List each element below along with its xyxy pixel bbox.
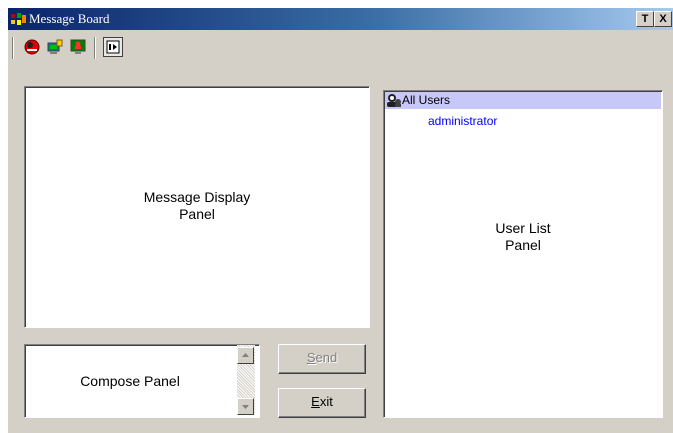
user-list-panel[interactable]: All Users administrator User List Panel — [383, 90, 663, 418]
arrow-down-icon — [242, 405, 249, 409]
window-title: Message Board — [29, 11, 110, 26]
users-group-icon — [387, 94, 401, 107]
user-list-label: User List — [495, 220, 551, 236]
user-screen-icon[interactable] — [70, 39, 86, 55]
toolbar-separator — [12, 37, 14, 59]
toolbar-separator — [94, 37, 96, 59]
exit-button-mnemonic: E — [311, 394, 320, 409]
all-users-label: All Users — [402, 93, 451, 107]
scroll-up-button[interactable] — [237, 347, 254, 364]
exit-button[interactable]: Exit — [278, 388, 366, 418]
message-board-app-icon — [11, 13, 26, 25]
user-screen-lock-icon[interactable] — [47, 39, 63, 55]
arrow-up-icon — [242, 353, 249, 357]
compose-panel[interactable]: Compose Panel — [24, 344, 260, 418]
user-list-item[interactable]: administrator — [428, 113, 497, 130]
message-display-panel[interactable]: Message Display Panel — [24, 86, 370, 328]
title-bar[interactable]: Message Board T X — [8, 8, 673, 30]
message-display-label: Message Display — [143, 189, 251, 205]
scroll-down-button[interactable] — [237, 398, 254, 415]
close-button[interactable]: X — [654, 11, 672, 27]
message-board-window: Message Board T X Message Display Panel … — [8, 8, 673, 433]
message-toggle-icon[interactable] — [103, 37, 123, 57]
send-button-label: end — [315, 350, 338, 365]
help-button[interactable]: T — [636, 11, 654, 27]
send-button[interactable]: Send — [278, 344, 366, 374]
user-list-group-all-users[interactable]: All Users — [385, 92, 661, 109]
do-not-disturb-icon[interactable] — [24, 39, 40, 55]
user-list-label-line2: Panel — [505, 237, 541, 253]
exit-button-label: xit — [319, 394, 333, 409]
compose-panel-label: Compose Panel — [80, 373, 180, 389]
message-display-label-line2: Panel — [179, 206, 215, 222]
toolbar — [8, 31, 673, 64]
